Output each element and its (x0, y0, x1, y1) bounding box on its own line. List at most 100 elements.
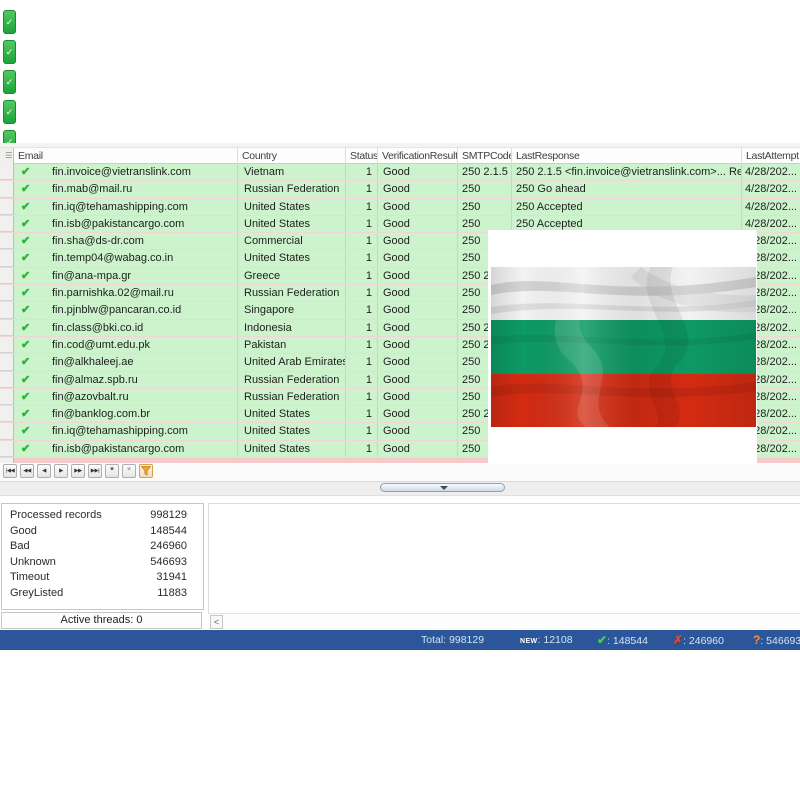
email-text: fin.sha@ds-dr.com (52, 235, 144, 247)
email-cell: ✔fin.temp04@wabag.co.in (14, 250, 238, 266)
row-indicator-header[interactable]: ☰ (0, 148, 14, 164)
unknown-value: : 546693 (760, 635, 800, 647)
pager-prev-button[interactable]: ◀ (37, 464, 51, 478)
email-text: fin@banklog.com.br (52, 408, 150, 420)
country-cell: Russian Federation (238, 285, 346, 301)
email-text: fin.invoice@vietranslink.com (52, 166, 191, 178)
column-header-status[interactable]: Status (346, 148, 378, 164)
check-icon: ✔ (21, 216, 30, 232)
table-row[interactable]: ✔fin.invoice@vietranslink.com Vietnam 1 … (0, 164, 800, 181)
row-indicator[interactable] (0, 250, 14, 266)
stat-label: Bad (10, 540, 30, 552)
stat-label: Timeout (10, 571, 49, 583)
country-cell: Vietnam (238, 164, 346, 180)
row-indicator[interactable] (0, 406, 14, 422)
bulgaria-flag-image (488, 230, 757, 464)
good-value: : 148544 (607, 635, 648, 647)
bad-value: : 246960 (683, 635, 724, 647)
smtp-code-cell: 250 (458, 199, 512, 215)
stat-label: Processed records (10, 509, 102, 521)
row-indicator[interactable] (0, 354, 14, 370)
row-indicator[interactable] (0, 216, 14, 232)
stat-label: GreyListed (10, 587, 63, 599)
row-indicator[interactable] (0, 285, 14, 301)
pager-next-page-button[interactable]: ▶▶ (71, 464, 85, 478)
column-header-smtpcode[interactable]: SMTPCode (458, 148, 512, 164)
scroll-left-arrow[interactable]: < (210, 615, 223, 629)
row-indicator[interactable] (0, 302, 14, 318)
splitter-collapse-handle[interactable] (380, 483, 505, 492)
status-cell: 1 (346, 337, 378, 353)
email-cell: ✔fin.iq@tehamashipping.com (14, 423, 238, 439)
email-cell: ✔fin.iq@tehamashipping.com (14, 199, 238, 215)
email-cell: ✔fin.pjnblw@pancaran.co.id (14, 302, 238, 318)
verification-result-cell: Good (378, 441, 458, 457)
pager-filter-button[interactable] (139, 464, 153, 478)
pager-next-button[interactable]: ▶ (54, 464, 68, 478)
column-header-verificationresult[interactable]: VerificationResult (378, 148, 458, 164)
email-text: fin.class@bki.co.id (52, 322, 143, 334)
row-indicator[interactable] (0, 423, 14, 439)
column-header-country[interactable]: Country (238, 148, 346, 164)
column-header-email[interactable]: Email (14, 148, 238, 164)
stat-row: Timeout 31941 (2, 571, 203, 587)
pager-prev-page-button[interactable]: ◀◀ (20, 464, 34, 478)
last-attempt-cell: 4/28/202... (742, 199, 800, 215)
table-header-row: ☰ Email Country Status VerificationResul… (0, 147, 800, 164)
stat-value: 546693 (150, 556, 187, 568)
pager-new-button[interactable]: * (105, 464, 119, 478)
status-cell: 1 (346, 423, 378, 439)
row-indicator[interactable] (0, 164, 14, 180)
row-indicator[interactable] (0, 441, 14, 457)
country-cell: Singapore (238, 302, 346, 318)
verification-result-cell: Good (378, 406, 458, 422)
stat-value: 31941 (156, 571, 187, 583)
pager-first-button[interactable]: |◀◀ (3, 464, 17, 478)
row-indicator[interactable] (0, 389, 14, 405)
smtp-code-cell: 250 2.1.5 (458, 164, 512, 180)
country-cell: Greece (238, 268, 346, 284)
verification-result-cell: Good (378, 250, 458, 266)
last-attempt-cell: 4/28/202... (742, 181, 800, 197)
table-row[interactable]: ✔fin.iq@tehamashipping.com United States… (0, 199, 800, 216)
column-header-lastresponse[interactable]: LastResponse (512, 148, 742, 164)
check-icon: ✔ (21, 285, 30, 301)
row-indicator[interactable] (0, 181, 14, 197)
status-cell: 1 (346, 372, 378, 388)
check-icon: ✔ (21, 250, 30, 266)
good-count: ✔: 148544 (597, 630, 648, 651)
row-indicator[interactable] (0, 372, 14, 388)
email-text: fin.iq@tehamashipping.com (52, 201, 188, 213)
app-window: ✓ ✓ ✓ ✓ ✓ ☰ Email Country Status Verific… (0, 0, 800, 800)
last-response-cell: 250 Accepted (512, 199, 742, 215)
status-cell: 1 (346, 320, 378, 336)
country-cell: United Arab Emirates (238, 354, 346, 370)
check-icon: ✔ (21, 406, 30, 422)
right-panel-scrollbar[interactable]: < (208, 613, 800, 629)
column-header-lastattempt[interactable]: LastAttempt (742, 148, 800, 164)
email-text: fin@ana-mpa.gr (52, 270, 131, 282)
verification-result-cell: Good (378, 423, 458, 439)
check-icon: ✔ (21, 389, 30, 405)
x-icon: ✗ (673, 633, 683, 647)
status-cell: 1 (346, 441, 378, 457)
pager-edit-button[interactable]: * (122, 464, 136, 478)
table-row[interactable]: ✔fin.mab@mail.ru Russian Federation 1 Go… (0, 181, 800, 198)
email-text: fin@alkhaleej.ae (52, 356, 134, 368)
email-cell: ✔ fin@banklog.com.br (14, 406, 238, 422)
email-cell: ✔ fin.sha@ds-dr.com (14, 233, 238, 249)
pager-last-button[interactable]: ▶▶| (88, 464, 102, 478)
check-icon: ✔ (21, 268, 30, 284)
grid-lines-icon: ☰ (4, 148, 13, 164)
email-cell: ✔fin.class@bki.co.id (14, 320, 238, 336)
check-icon: ✔ (21, 233, 30, 249)
stat-value: 998129 (150, 509, 187, 521)
status-cell: 1 (346, 406, 378, 422)
row-indicator[interactable] (0, 337, 14, 353)
row-indicator[interactable] (0, 199, 14, 215)
row-indicator[interactable] (0, 233, 14, 249)
email-cell: ✔fin.mab@mail.ru (14, 181, 238, 197)
stat-row: Processed records 998129 (2, 509, 203, 525)
row-indicator[interactable] (0, 268, 14, 284)
row-indicator[interactable] (0, 320, 14, 336)
